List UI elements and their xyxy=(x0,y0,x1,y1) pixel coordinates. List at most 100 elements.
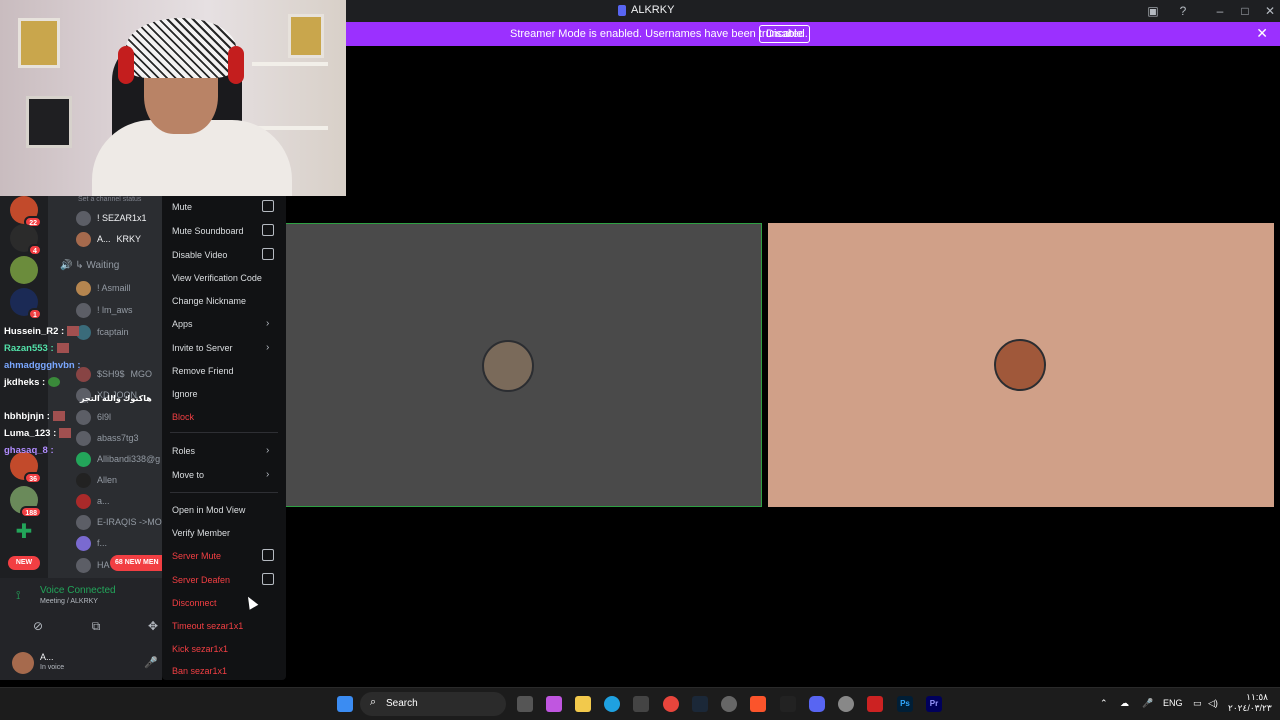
voice-member[interactable]: 6l9l xyxy=(76,408,111,426)
server-icon[interactable] xyxy=(10,256,38,284)
voice-member[interactable]: Allibandi338@g xyxy=(76,450,160,468)
voice-member[interactable]: ! lm_aws xyxy=(76,301,133,319)
cloud-icon[interactable]: ☁ xyxy=(1120,698,1129,709)
app-icon[interactable] xyxy=(780,696,796,712)
voice-member[interactable]: E-IRAQIS ->MO xyxy=(76,513,162,531)
file-explorer-icon[interactable] xyxy=(575,696,591,712)
disable-video-checkbox[interactable] xyxy=(262,248,274,260)
avatar xyxy=(76,430,91,446)
menu-item-server-mute[interactable]: Server Mute xyxy=(172,551,221,561)
server-deafen-checkbox[interactable] xyxy=(262,573,274,585)
settings-icon[interactable] xyxy=(721,696,737,712)
chevron-up-icon[interactable]: ⌃ xyxy=(1100,698,1108,709)
server-icon[interactable]: 1 xyxy=(10,288,42,320)
voice-member[interactable]: a... xyxy=(76,492,110,510)
video-tile[interactable] xyxy=(768,223,1274,507)
inbox-icon[interactable]: ▣ xyxy=(1146,4,1160,18)
waiting-channel[interactable]: 🔊 ↳ Waiting xyxy=(60,260,119,271)
microphone-icon[interactable]: 🎤 xyxy=(144,656,158,669)
video-tile[interactable] xyxy=(286,223,762,507)
close-banner-icon[interactable]: ✕ xyxy=(1256,25,1268,42)
store-icon[interactable] xyxy=(633,696,649,712)
volume-icon[interactable]: ◁) xyxy=(1208,698,1218,709)
menu-item-server-deafen[interactable]: Server Deafen xyxy=(172,575,230,585)
menu-item-disable-video[interactable]: Disable Video xyxy=(172,250,227,260)
server-icon[interactable]: 36 xyxy=(10,452,42,484)
avatar xyxy=(76,210,91,226)
chat-line: Razan553 : xyxy=(4,343,69,354)
voice-member[interactable]: A... KRKY xyxy=(76,230,141,248)
avatar xyxy=(76,451,91,467)
menu-item-ignore[interactable]: Ignore xyxy=(172,389,198,399)
help-icon[interactable]: ? xyxy=(1176,4,1190,18)
brave-icon[interactable] xyxy=(750,696,766,712)
maximize-icon[interactable]: □ xyxy=(1238,4,1252,18)
menu-item-roles[interactable]: Roles xyxy=(172,446,195,456)
member-name: fcaptain xyxy=(97,327,129,337)
menu-item-timeout[interactable]: Timeout sezar1x1 xyxy=(172,621,243,631)
avatar[interactable] xyxy=(12,652,34,674)
menu-item-mute[interactable]: Mute xyxy=(172,202,192,212)
screen-share-icon[interactable]: ⧉ xyxy=(76,616,116,636)
discord-icon[interactable] xyxy=(809,696,825,712)
new-badge[interactable]: NEW xyxy=(8,556,40,570)
menu-item-move-to[interactable]: Move to xyxy=(172,470,204,480)
language-indicator[interactable]: ENG xyxy=(1163,698,1183,708)
voice-member[interactable]: Allen xyxy=(76,471,117,489)
channel-status[interactable]: Set a channel status xyxy=(78,196,141,203)
menu-item-invite-to-server[interactable]: Invite to Server xyxy=(172,343,233,353)
voice-member[interactable]: ! Asmaill xyxy=(76,279,131,297)
signal-icon[interactable]: ⟟ xyxy=(16,588,20,603)
server-icon[interactable]: 188 xyxy=(10,486,42,518)
steam-icon[interactable] xyxy=(692,696,708,712)
taskbar-clock[interactable]: ١١:٥٨ ٢٠٢٤/٠٣/٢٣ xyxy=(1228,692,1272,714)
menu-item-verify-member[interactable]: Verify Member xyxy=(172,528,230,538)
app-icon[interactable] xyxy=(867,696,883,712)
close-window-icon[interactable]: ✕ xyxy=(1263,4,1277,18)
task-view-icon[interactable] xyxy=(517,696,533,712)
edge-icon[interactable] xyxy=(604,696,620,712)
member-name: $SH9$ xyxy=(97,369,125,379)
new-mentions-pill[interactable]: 68 NEW MEN xyxy=(110,555,162,571)
voice-member[interactable]: fcaptain xyxy=(76,323,129,341)
menu-item-mute-soundboard[interactable]: Mute Soundboard xyxy=(172,226,244,236)
menu-item-change-nickname[interactable]: Change Nickname xyxy=(172,296,246,306)
microphone-icon[interactable]: 🎤 xyxy=(1142,698,1153,709)
server-mute-checkbox[interactable] xyxy=(262,549,274,561)
camera-off-icon[interactable]: ⊘ xyxy=(18,616,58,636)
minimize-icon[interactable]: – xyxy=(1213,4,1227,18)
server-icon[interactable]: 22 xyxy=(10,196,42,228)
menu-item-block[interactable]: Block xyxy=(172,412,194,422)
menu-item-remove-friend[interactable]: Remove Friend xyxy=(172,366,234,376)
voice-member[interactable]: ! SEZAR1x1 xyxy=(76,209,147,227)
menu-item-disconnect[interactable]: Disconnect xyxy=(172,598,217,608)
voice-member[interactable]: $SH9$ MGO xyxy=(76,365,152,383)
add-server-icon[interactable]: ✚ xyxy=(10,518,38,546)
menu-item-ban[interactable]: Ban sezar1x1 xyxy=(172,666,227,676)
chrome-icon[interactable] xyxy=(663,696,679,712)
taskbar-search[interactable]: ⌕ Search xyxy=(360,692,506,716)
menu-separator xyxy=(170,432,278,433)
member-name: abass7tg3 xyxy=(97,433,139,443)
user-status: In voice xyxy=(40,664,65,671)
network-icon[interactable]: ▭ xyxy=(1193,698,1202,709)
speaker-icon: 🔊 ↳ xyxy=(60,260,87,271)
menu-item-apps[interactable]: Apps xyxy=(172,319,193,329)
voice-member[interactable]: abass7tg3 xyxy=(76,429,139,447)
disable-streamer-button[interactable]: Disable xyxy=(759,25,810,43)
app-icon[interactable] xyxy=(838,696,854,712)
copilot-icon[interactable] xyxy=(546,696,562,712)
voice-channel[interactable]: Meeting / ALKRKY xyxy=(40,598,98,605)
photoshop-icon[interactable]: Ps xyxy=(897,696,913,712)
menu-item-view-verification-code[interactable]: View Verification Code xyxy=(172,273,262,283)
menu-item-open-mod-view[interactable]: Open in Mod View xyxy=(172,505,245,515)
mute-soundboard-checkbox[interactable] xyxy=(262,224,274,236)
menu-item-kick[interactable]: Kick sezar1x1 xyxy=(172,644,228,654)
voice-member[interactable]: f... xyxy=(76,534,107,552)
server-icon[interactable]: 4 xyxy=(10,224,42,256)
start-icon[interactable] xyxy=(337,696,353,712)
mute-checkbox[interactable] xyxy=(262,200,274,212)
voice-member[interactable]: HA xyxy=(76,556,110,574)
emote-icon xyxy=(52,411,65,422)
premiere-icon[interactable]: Pr xyxy=(926,696,942,712)
